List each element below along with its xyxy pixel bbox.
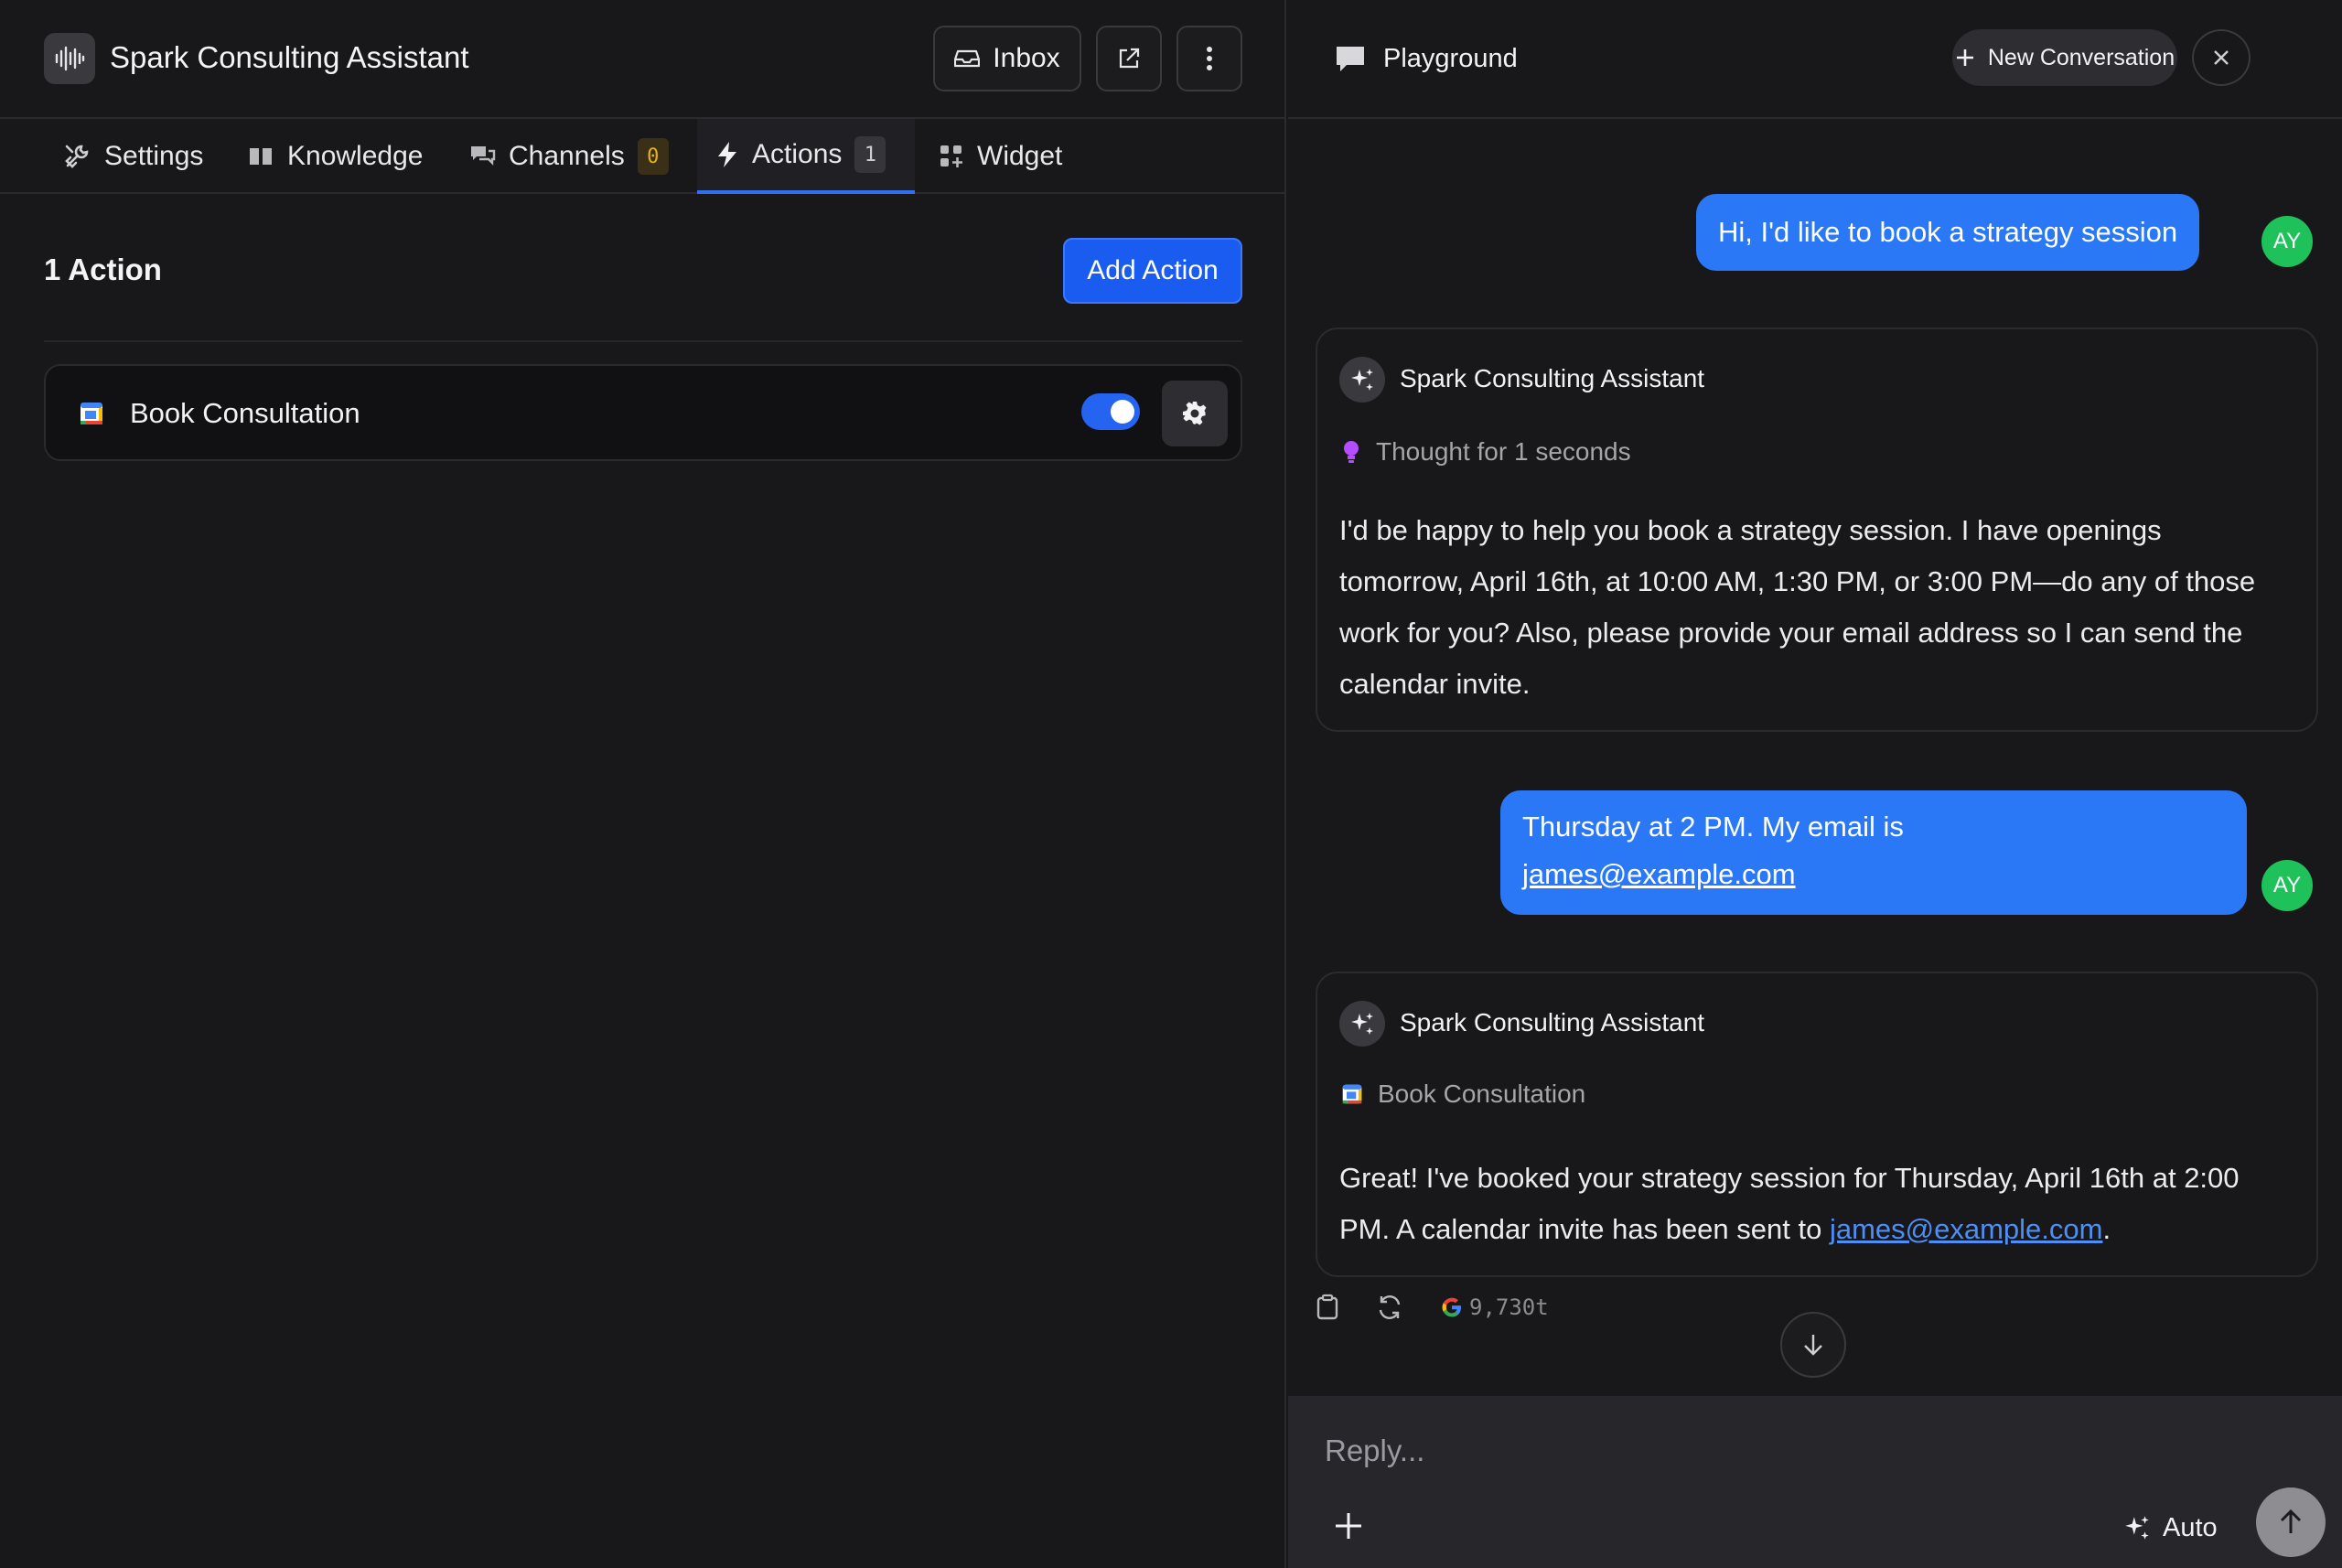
external-link-icon (1119, 48, 1140, 69)
assistant-message: Spark Consulting Assistant Thought for 1… (1316, 328, 2318, 732)
chat-icon (471, 146, 496, 166)
tab-label: Actions (752, 139, 843, 169)
refresh-icon[interactable] (1376, 1294, 1403, 1321)
google-calendar-icon (1342, 1084, 1362, 1104)
email-link[interactable]: james@example.com (1522, 851, 2225, 898)
app-root: Spark Consulting Assistant Inbox Setting… (0, 0, 2342, 1568)
bolt-icon (718, 142, 736, 167)
mode-label: Auto (2163, 1512, 2218, 1542)
tab-label: Knowledge (287, 141, 424, 171)
google-calendar-icon (81, 403, 102, 424)
avatar: AY (2261, 216, 2313, 267)
user-message-text: Thursday at 2 PM. My email is (1522, 811, 1904, 843)
grid-icon (940, 145, 962, 167)
send-button[interactable] (2256, 1487, 2326, 1557)
action-settings-button[interactable] (1162, 381, 1228, 446)
plus-icon (1336, 1513, 1361, 1539)
arrow-down-icon (1804, 1335, 1822, 1356)
agent-config-panel: Spark Consulting Assistant Inbox Setting… (0, 0, 1286, 1568)
new-conversation-button[interactable]: New Conversation (1952, 29, 2177, 86)
thought-indicator: Thought for 1 seconds (1341, 437, 1631, 467)
message-actions: 9,730t (1316, 1294, 1549, 1321)
app-title: Spark Consulting Assistant (110, 40, 469, 74)
more-options-button[interactable] (1176, 26, 1242, 91)
copy-icon[interactable] (1316, 1294, 1339, 1321)
tab-label: Settings (104, 141, 204, 171)
wrench-icon (65, 145, 89, 168)
tab-actions[interactable]: Actions 1 (697, 119, 915, 194)
assistant-message-text: I'd be happy to help you book a strategy… (1339, 514, 2256, 700)
playground-title: Playground (1383, 44, 1518, 73)
arrow-up-icon (2280, 1509, 2302, 1533)
playground-header: Playground New Conversation (1288, 0, 2342, 119)
assistant-message: Spark Consulting Assistant Book Consulta… (1316, 972, 2318, 1277)
composer: Auto (1288, 1396, 2342, 1568)
new-conversation-label: New Conversation (1987, 44, 2175, 70)
plus-icon (1956, 49, 1973, 66)
tab-channels[interactable]: Channels 0 (468, 119, 669, 194)
lightbulb-icon (1344, 441, 1359, 463)
tool-call-label: Book Consultation (1378, 1079, 1586, 1108)
reply-input[interactable] (1325, 1425, 2294, 1477)
add-action-button[interactable]: Add Action (1063, 238, 1242, 304)
sparkle-icon (1339, 1001, 1385, 1047)
actions-count-badge: 1 (854, 136, 886, 173)
assistant-name: Spark Consulting Assistant (1400, 364, 1705, 392)
header-bar: Spark Consulting Assistant Inbox (0, 0, 1286, 119)
avatar: AY (2261, 860, 2313, 911)
action-item[interactable]: Book Consultation (44, 364, 1242, 461)
open-external-button[interactable] (1096, 26, 1162, 91)
assistant-name: Spark Consulting Assistant (1400, 1008, 1705, 1036)
actions-count-title: 1 Action (44, 252, 162, 286)
toggle-knob (1111, 400, 1134, 424)
tab-settings[interactable]: Settings (62, 119, 203, 194)
google-icon (1442, 1297, 1461, 1317)
waveform-icon (44, 33, 95, 84)
token-usage: 9,730t (1440, 1294, 1549, 1320)
tab-widget[interactable]: Widget (939, 119, 1062, 194)
attach-button[interactable] (1325, 1502, 1372, 1550)
thought-label: Thought for 1 seconds (1376, 437, 1631, 466)
tab-knowledge[interactable]: Knowledge (247, 119, 423, 194)
user-message: Thursday at 2 PM. My email is james@exam… (1500, 790, 2247, 915)
action-name: Book Consultation (130, 397, 360, 429)
scroll-to-bottom-button[interactable] (1780, 1312, 1846, 1378)
message-text-end: . (2102, 1213, 2111, 1245)
close-playground-button[interactable] (2192, 29, 2251, 86)
message-icon (1337, 47, 1364, 71)
tool-call-indicator: Book Consultation (1341, 1079, 1585, 1109)
user-message: Hi, I'd like to book a strategy session (1696, 194, 2200, 271)
more-vertical-icon (1207, 47, 1212, 70)
close-icon (2214, 50, 2229, 65)
config-tabs: Settings Knowledge Channels 0 Actions 1 … (0, 119, 1286, 194)
action-enabled-toggle[interactable] (1081, 393, 1140, 430)
inbox-icon (954, 49, 981, 68)
tab-label: Channels (509, 141, 625, 171)
inbox-label: Inbox (993, 43, 1060, 73)
divider (44, 340, 1242, 342)
playground-panel: Playground New Conversation Hi, I'd like… (1288, 0, 2342, 1568)
model-mode-button[interactable]: Auto (2122, 1502, 2218, 1553)
book-icon (250, 148, 272, 165)
inbox-button[interactable]: Inbox (933, 26, 1081, 91)
tab-label: Widget (977, 141, 1063, 171)
email-link[interactable]: james@example.com (1830, 1213, 2103, 1245)
sparkle-icon (2125, 1516, 2149, 1540)
sparkle-icon (1339, 357, 1385, 403)
gear-icon (1183, 402, 1207, 425)
assistant-message-text: Great! I've booked your strategy session… (1339, 1153, 2289, 1255)
token-count: 9,730t (1469, 1294, 1549, 1320)
channels-count-badge: 0 (637, 138, 669, 175)
